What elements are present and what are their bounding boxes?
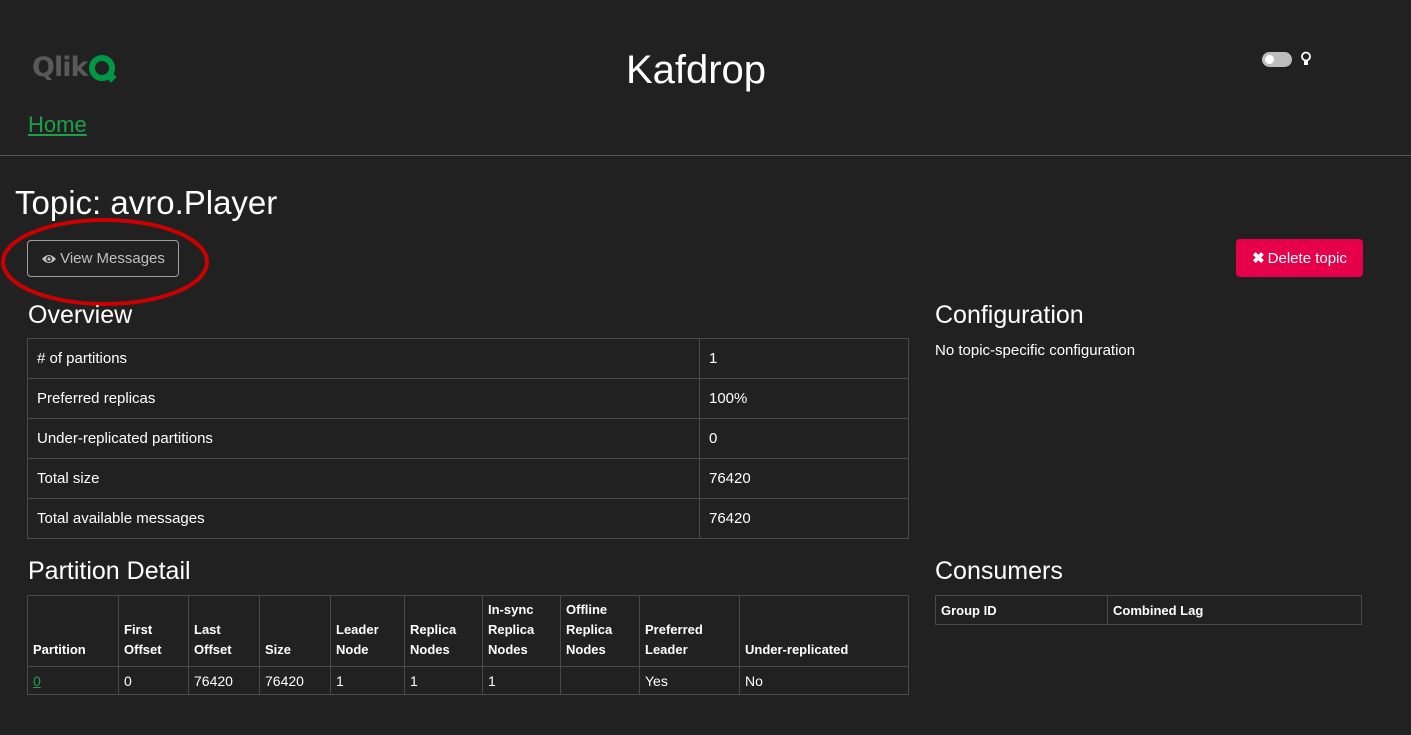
home-link[interactable]: Home [28, 112, 87, 138]
table-row: Preferred replicas 100% [27, 378, 909, 419]
partition-table: Partition First Offset Last Offset Size … [27, 595, 909, 695]
consumers-heading: Consumers [935, 557, 1063, 585]
replica-nodes-cell: 1 [404, 666, 483, 695]
overview-heading: Overview [28, 301, 133, 329]
under-replicated-cell: No [739, 666, 909, 695]
column-header-partition: Partition [27, 595, 119, 667]
app-title: Kafdrop [625, 48, 767, 92]
view-messages-button[interactable]: View Messages [27, 240, 179, 277]
leader-node-cell: 1 [330, 666, 405, 695]
column-header-under-replicated: Under-replicated [739, 595, 909, 667]
delete-topic-button[interactable]: ✖ Delete topic [1236, 239, 1363, 277]
overview-value: 1 [699, 338, 909, 379]
close-icon: ✖ [1252, 250, 1265, 267]
header-divider [0, 155, 1411, 156]
first-offset-cell: 0 [118, 666, 189, 695]
column-header-replica-nodes: Replica Nodes [404, 595, 483, 667]
page-title: Topic: avro.Player [15, 184, 278, 221]
overview-label: Preferred replicas [27, 378, 700, 419]
partition-cell: 0 [27, 666, 119, 695]
eye-icon [42, 254, 57, 263]
size-cell: 76420 [259, 666, 331, 695]
configuration-heading: Configuration [935, 301, 1084, 329]
column-header-combined-lag: Combined Lag [1107, 595, 1362, 625]
table-row: Total size 76420 [27, 458, 909, 499]
table-row: 0 0 76420 76420 1 1 1 Yes No [27, 666, 909, 695]
preferred-leader-cell: Yes [639, 666, 740, 695]
table-row: # of partitions 1 [27, 338, 909, 379]
column-header-leader-node: Leader Node [330, 595, 405, 667]
overview-value: 100% [699, 378, 909, 419]
overview-label: Total size [27, 458, 700, 499]
partition-detail-heading: Partition Detail [28, 557, 191, 585]
column-header-in-sync-replica-nodes: In-sync Replica Nodes [482, 595, 561, 667]
theme-toggle[interactable] [1262, 52, 1292, 67]
view-messages-label: View Messages [60, 250, 165, 267]
consumers-table: Group ID Combined Lag [935, 595, 1362, 625]
table-header-row: Group ID Combined Lag [935, 595, 1362, 625]
configuration-text: No topic-specific configuration [935, 342, 1136, 359]
column-header-group-id: Group ID [935, 595, 1108, 625]
last-offset-cell: 76420 [188, 666, 260, 695]
column-header-offline-replica-nodes: Offline Replica Nodes [560, 595, 640, 667]
overview-value: 76420 [699, 458, 909, 499]
overview-value: 0 [699, 418, 909, 459]
table-row: Total available messages 76420 [27, 498, 909, 539]
table-header-row: Partition First Offset Last Offset Size … [27, 595, 909, 667]
overview-label: Total available messages [27, 498, 700, 539]
overview-label: Under-replicated partitions [27, 418, 700, 459]
overview-label: # of partitions [27, 338, 700, 379]
in-sync-replica-nodes-cell: 1 [482, 666, 561, 695]
column-header-preferred-leader: Preferred Leader [639, 595, 740, 667]
delete-topic-label: Delete topic [1267, 249, 1347, 267]
offline-replica-nodes-cell [560, 666, 640, 695]
column-header-first-offset: First Offset [118, 595, 189, 667]
partition-link[interactable]: 0 [33, 673, 41, 689]
column-header-last-offset: Last Offset [188, 595, 260, 667]
overview-value: 76420 [699, 498, 909, 539]
lightbulb-icon [1301, 51, 1311, 65]
overview-table: # of partitions 1 Preferred replicas 100… [27, 338, 909, 539]
column-header-size: Size [259, 595, 331, 667]
table-row: Under-replicated partitions 0 [27, 418, 909, 459]
